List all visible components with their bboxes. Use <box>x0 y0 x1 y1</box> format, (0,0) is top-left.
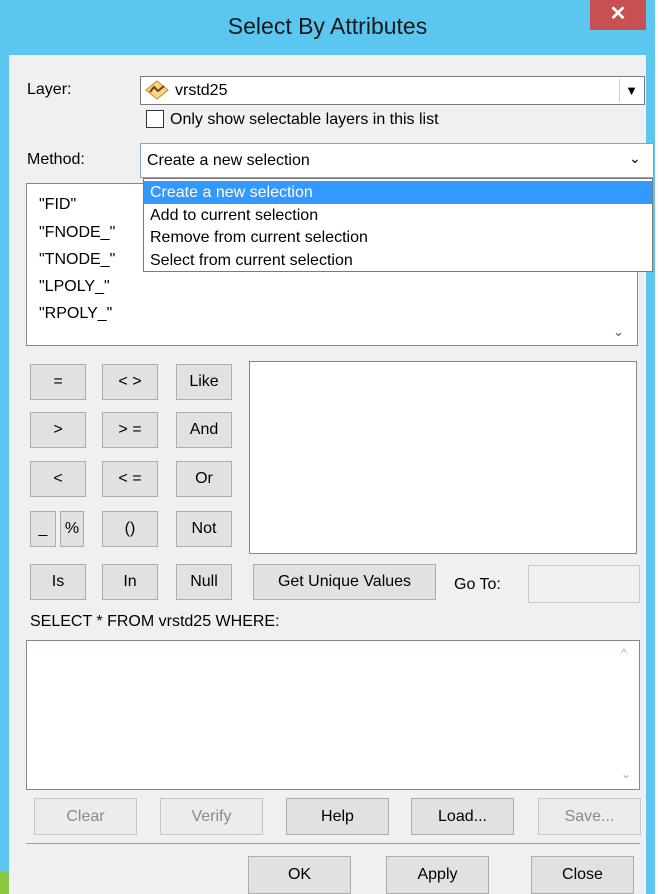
layer-dropdown-arrow-icon[interactable]: ▼ <box>619 79 643 102</box>
line-layer-icon <box>145 80 169 100</box>
ok-button[interactable]: OK <box>248 856 351 894</box>
verify-button[interactable]: Verify <box>160 798 263 835</box>
window-frame-left <box>0 55 9 894</box>
percent-wildcard-button[interactable]: % <box>60 511 84 547</box>
method-label: Method: <box>27 151 85 168</box>
greater-than-button[interactable]: > <box>30 412 86 448</box>
method-option[interactable]: Select from current selection <box>144 249 652 272</box>
goto-input[interactable] <box>528 565 640 603</box>
method-value: Create a new selection <box>147 152 310 169</box>
background-right <box>655 0 665 894</box>
less-than-button[interactable]: < <box>30 461 86 497</box>
layer-select[interactable]: vrstd25 ▼ <box>140 76 645 105</box>
help-button[interactable]: Help <box>286 798 389 835</box>
apply-button[interactable]: Apply <box>386 856 489 894</box>
layer-label: Layer: <box>27 81 72 98</box>
get-unique-values-button[interactable]: Get Unique Values <box>253 564 436 600</box>
layer-value: vrstd25 <box>175 82 228 99</box>
unique-values-list[interactable] <box>249 361 637 554</box>
field-item[interactable]: "RPOLY_" <box>39 304 112 324</box>
method-dropdown-arrow-icon[interactable]: ⌄ <box>629 150 641 167</box>
or-button[interactable]: Or <box>176 461 232 497</box>
method-option[interactable]: Create a new selection <box>144 181 652 204</box>
field-item[interactable]: "LPOLY_" <box>39 277 110 297</box>
method-option[interactable]: Add to current selection <box>144 204 652 227</box>
goto-label: Go To: <box>454 576 501 593</box>
clear-button[interactable]: Clear <box>34 798 137 835</box>
sql-prefix-label: SELECT * FROM vrstd25 WHERE: <box>30 613 280 630</box>
equals-button[interactable]: = <box>30 364 86 400</box>
close-button[interactable]: Close <box>531 856 634 894</box>
method-dropdown-list[interactable]: Create a new selection Add to current se… <box>143 178 653 272</box>
not-button[interactable]: Not <box>176 511 232 547</box>
and-button[interactable]: And <box>176 412 232 448</box>
only-selectable-label[interactable]: Only show selectable layers in this list <box>170 110 439 130</box>
null-button[interactable]: Null <box>176 564 232 600</box>
parentheses-button[interactable]: () <box>102 511 158 547</box>
field-item[interactable]: "TNODE_" <box>39 250 115 270</box>
only-selectable-checkbox[interactable] <box>146 110 164 128</box>
not-equal-button[interactable]: < > <box>102 364 158 400</box>
separator <box>26 843 640 844</box>
greater-equal-button[interactable]: > = <box>102 412 158 448</box>
method-select[interactable]: Create a new selection ⌄ <box>140 143 654 178</box>
close-window-button[interactable]: ✕ <box>590 0 646 30</box>
less-equal-button[interactable]: < = <box>102 461 158 497</box>
like-button[interactable]: Like <box>176 364 232 400</box>
window-title: Select By Attributes <box>227 13 428 39</box>
load-button[interactable]: Load... <box>411 798 514 835</box>
sql-expression-input[interactable]: ^ ⌄ <box>26 640 640 790</box>
scroll-up-icon[interactable]: ^ <box>621 646 627 660</box>
underscore-wildcard-button[interactable]: _ <box>30 511 56 547</box>
scroll-down-icon[interactable]: ⌄ <box>613 324 624 340</box>
in-button[interactable]: In <box>102 564 158 600</box>
is-button[interactable]: Is <box>30 564 86 600</box>
field-item[interactable]: "FID" <box>39 195 76 215</box>
save-button[interactable]: Save... <box>538 798 641 835</box>
method-option[interactable]: Remove from current selection <box>144 226 652 249</box>
scroll-down-icon[interactable]: ⌄ <box>621 767 631 781</box>
title-bar[interactable]: Select By Attributes ✕ <box>0 0 655 55</box>
field-item[interactable]: "FNODE_" <box>39 223 115 243</box>
